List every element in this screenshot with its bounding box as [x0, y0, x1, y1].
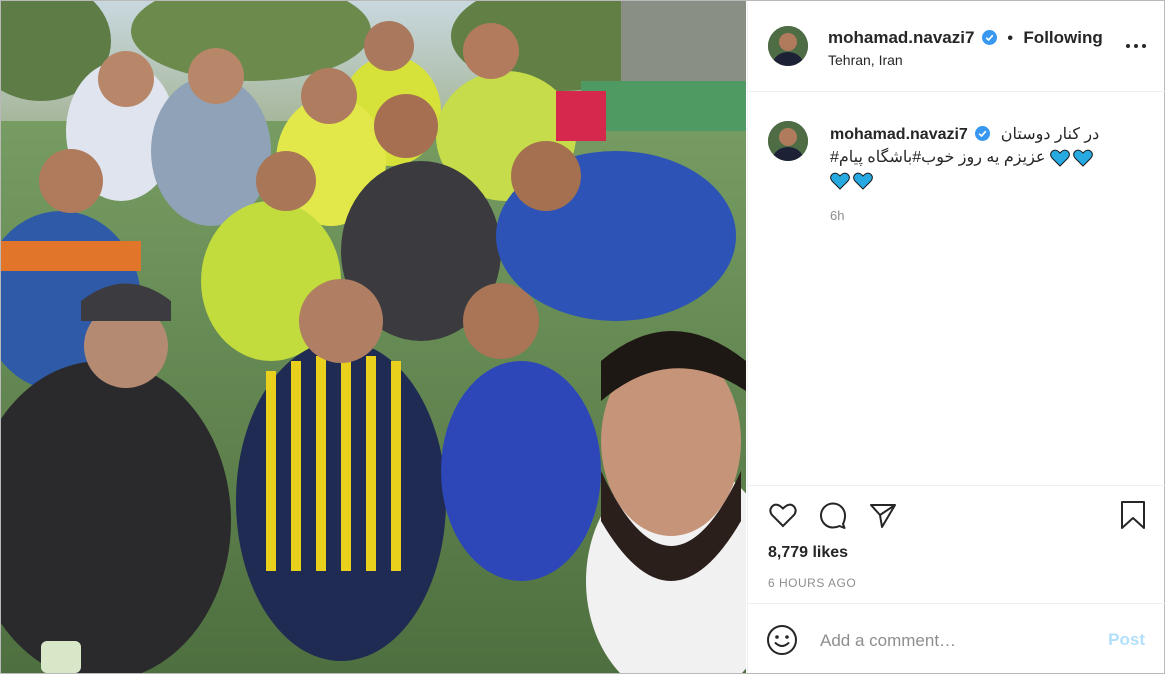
header-separator: • [1007, 30, 1013, 47]
post-time-ago[interactable]: 6 HOURS AGO [768, 576, 856, 590]
comment-box: Post [748, 603, 1165, 674]
group-selfie-image [1, 1, 746, 673]
blue-heart-icon [853, 172, 873, 190]
smiley-icon[interactable] [766, 624, 798, 656]
instagram-post-modal: mohamad.navazi7 • Following Tehran, Iran [0, 0, 1165, 674]
post-actions: 8,779 likes 6 HOURS AGO [748, 485, 1165, 604]
blue-heart-icon [1050, 149, 1070, 167]
more-horizontal-icon [1126, 44, 1146, 48]
post-photo[interactable] [1, 1, 746, 673]
post-sidebar: mohamad.navazi7 • Following Tehran, Iran [747, 1, 1165, 673]
post-comment-button[interactable]: Post [1108, 630, 1145, 650]
avatar-image [768, 121, 808, 161]
bookmark-icon[interactable] [1118, 500, 1148, 530]
more-options-icon[interactable] [1121, 31, 1151, 61]
author-username[interactable]: mohamad.navazi7 [828, 28, 974, 47]
author-avatar[interactable] [768, 26, 808, 66]
caption-username[interactable]: mohamad.navazi7 [830, 126, 968, 143]
header-title-row: mohamad.navazi7 • Following [828, 28, 1103, 48]
comment-icon[interactable] [818, 500, 848, 530]
caption-hearts-inline [1050, 149, 1093, 167]
post-location[interactable]: Tehran, Iran [828, 52, 903, 68]
caption-hearts-trailing [830, 172, 873, 190]
blue-heart-icon [830, 172, 850, 190]
caption-avatar[interactable] [768, 121, 808, 161]
blue-heart-icon [1073, 149, 1093, 167]
verified-badge-icon [981, 30, 997, 45]
post-header: mohamad.navazi7 • Following Tehran, Iran [748, 1, 1165, 92]
caption-line-1: در کنار دوستان [1000, 126, 1100, 143]
caption-third-line [830, 169, 1110, 192]
likes-count[interactable]: 8,779 likes [768, 544, 848, 562]
caption-line-2: عزیزم یه روز خوب#باشگاه پیام# [830, 149, 1046, 166]
caption-body: mohamad.navazi7 در کنار دوستان عزیزم یه … [830, 123, 1110, 192]
caption-timestamp[interactable]: 6h [830, 208, 844, 223]
caption-second-line: عزیزم یه روز خوب#باشگاه پیام# [830, 146, 1110, 169]
comment-input[interactable] [818, 628, 1092, 654]
following-button[interactable]: Following [1023, 28, 1102, 47]
verified-badge-icon [975, 126, 991, 141]
heart-icon[interactable] [768, 500, 798, 530]
paper-plane-icon[interactable] [868, 500, 898, 530]
caption-first-line: mohamad.navazi7 در کنار دوستان [830, 123, 1110, 146]
avatar-image [768, 26, 808, 66]
